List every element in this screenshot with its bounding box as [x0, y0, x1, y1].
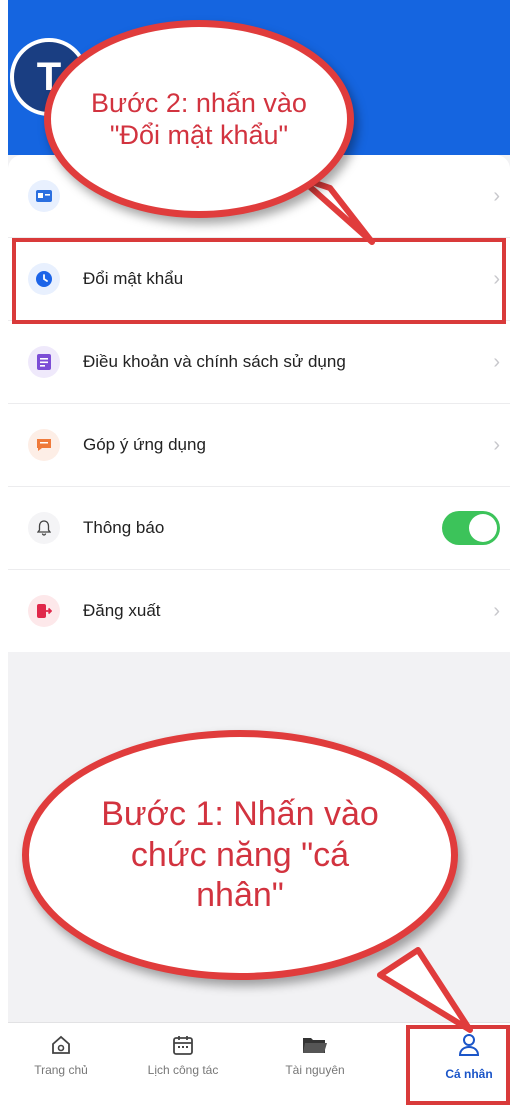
tab-label: Tài nguyên	[285, 1063, 345, 1077]
menu-item-terms[interactable]: Điều khoản và chính sách sử dụng ›	[8, 321, 510, 404]
calendar-icon	[172, 1031, 194, 1059]
menu-item-label: Thông báo	[83, 518, 165, 537]
folder-icon	[302, 1031, 328, 1059]
callout-step1: Bước 1: Nhấn vào chức năng "cá nhân"	[22, 730, 458, 980]
highlight-change-password	[12, 238, 506, 324]
logout-icon	[28, 595, 60, 627]
settings-menu: › Đổi mật khẩu › Điều khoản và chính sác…	[8, 155, 510, 652]
chevron-right-icon: ›	[493, 599, 500, 622]
menu-item-label: Góp ý ứng dụng	[83, 435, 206, 454]
chevron-right-icon: ›	[493, 433, 500, 456]
menu-item-label: Điều khoản và chính sách sử dụng	[83, 352, 346, 371]
menu-item-label: Đăng xuất	[83, 601, 161, 620]
tab-label: Lịch công tác	[147, 1063, 219, 1077]
tab-home[interactable]: Trang chủ	[22, 1031, 100, 1077]
highlight-personal-tab	[406, 1025, 510, 1105]
callout-text: Bước 1: Nhấn vào chức năng "cá nhân"	[101, 794, 379, 915]
tab-label: Trang chủ	[34, 1063, 88, 1077]
menu-item-logout[interactable]: Đăng xuất ›	[8, 570, 510, 652]
tab-resources[interactable]: Tài nguyên	[270, 1031, 360, 1077]
callout-text: Bước 2: nhấn vào "Đổi mật khẩu"	[91, 87, 307, 150]
bell-icon	[28, 512, 60, 544]
notification-toggle[interactable]	[442, 511, 500, 545]
menu-item-notifications: Thông báo	[8, 487, 510, 570]
id-card-icon	[28, 180, 60, 212]
callout-step2: Bước 2: nhấn vào "Đổi mật khẩu"	[44, 20, 354, 218]
chevron-right-icon: ›	[493, 350, 500, 373]
tab-calendar[interactable]: Lịch công tác	[133, 1031, 233, 1077]
document-icon	[28, 346, 60, 378]
feedback-icon	[28, 429, 60, 461]
chevron-right-icon: ›	[493, 184, 500, 207]
home-icon	[50, 1031, 72, 1059]
toggle-knob	[469, 514, 497, 542]
menu-item-feedback[interactable]: Góp ý ứng dụng ›	[8, 404, 510, 487]
